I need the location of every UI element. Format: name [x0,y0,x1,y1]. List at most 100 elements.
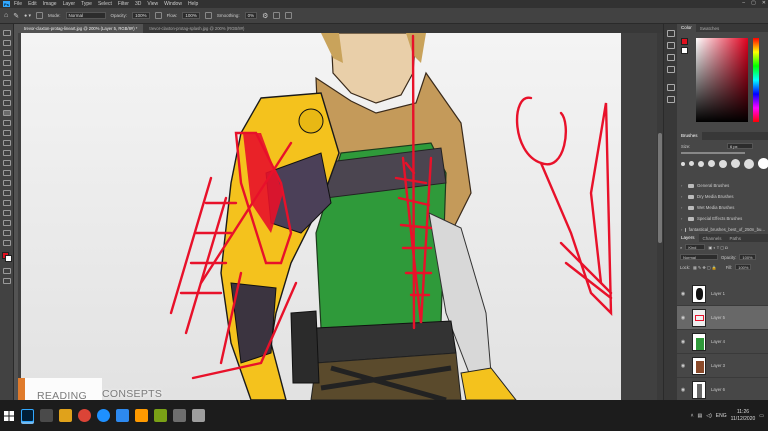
history-panel-icon[interactable] [667,30,675,37]
layer-name[interactable]: Layer 1 [711,291,725,296]
marquee-tool-icon[interactable] [3,40,11,46]
hand-tool-icon[interactable] [3,220,11,226]
brush-tip[interactable] [681,161,685,166]
brush-tip[interactable] [744,158,754,169]
smoothing-field[interactable]: 0% [244,12,258,19]
menu-type[interactable]: Type [81,1,92,7]
eraser-tool-icon[interactable] [3,140,11,146]
brush-size-field[interactable]: 6 px [727,143,753,149]
windows-start-button[interactable] [0,400,18,431]
taskbar-app-icon[interactable] [173,409,186,422]
eye-icon[interactable]: ◉ [680,315,686,321]
brush-size-slider[interactable] [681,152,745,154]
tab-lineart[interactable]: trevor-claxton-protag-lineart.jpg @ 200%… [18,24,144,33]
more-tools-icon[interactable] [3,240,11,246]
taskbar-chrome-icon[interactable] [78,409,91,422]
taskbar-store-icon[interactable] [116,409,129,422]
stamp-tool-icon[interactable] [3,120,11,126]
close-icon[interactable]: ✕ [762,0,766,6]
document-canvas[interactable] [21,33,621,400]
brush-folder[interactable]: › General Brushes [681,180,765,191]
layer-name[interactable]: Layer 6 [711,387,725,392]
adjustments-panel-icon[interactable] [667,54,675,61]
taskbar-app-icon[interactable] [192,409,205,422]
gear-icon[interactable]: ⚙ [262,12,268,20]
brush-tip[interactable] [698,160,704,167]
tab-layers[interactable]: Layers [677,234,699,242]
chevron-up-icon[interactable]: ˄ [691,413,694,419]
menu-filter[interactable]: Filter [118,1,129,7]
gradient-tool-icon[interactable] [3,150,11,156]
layer-row[interactable]: ◉ Layer 3 [677,354,768,378]
brush-settings-panel-icon[interactable] [667,84,675,91]
system-clock[interactable]: 11:26 11/12/2020 [731,409,756,423]
filter-icons[interactable]: ▣ ◐ T ▢ ◘ [708,245,727,250]
menu-layer[interactable]: Layer [63,1,76,7]
maximize-icon[interactable]: ▢ [751,0,756,6]
healing-tool-icon[interactable] [3,100,11,106]
crop-tool-icon[interactable] [3,70,11,76]
volume-icon[interactable]: ◁) [706,413,712,419]
network-icon[interactable]: ▤ [698,413,703,419]
language-indicator[interactable]: ENG [716,413,727,419]
type-tool-icon[interactable] [3,190,11,196]
flow-field[interactable]: 100% [182,12,200,19]
fill-field[interactable]: 100% [735,264,752,270]
opacity-field[interactable]: 100% [132,12,150,19]
brush-size-picker[interactable]: ● ▾ [24,13,31,19]
blur-tool-icon[interactable] [3,160,11,166]
eye-icon[interactable]: ◉ [680,339,686,345]
path-select-tool-icon[interactable] [3,200,11,206]
taskbar-photoshop-icon[interactable] [21,409,34,422]
layer-opacity-field[interactable]: 100% [739,254,756,260]
pen-tool-icon[interactable] [3,180,11,186]
taskbar-file-explorer-icon[interactable] [59,409,72,422]
taskbar-task-view-icon[interactable] [40,409,53,422]
eye-icon[interactable]: ◉ [680,387,686,393]
pressure-opacity-icon[interactable] [154,12,162,19]
lock-icons[interactable]: ▦ ✎ ✥ ▢ 🔒 [693,265,717,270]
quick-mask-icon[interactable] [3,268,11,274]
blend-mode-select[interactable]: Normal [680,254,718,260]
symmetry-icon[interactable] [285,12,293,19]
layer-name[interactable]: Layer 4 [711,339,725,344]
libraries-panel-icon[interactable] [667,66,675,73]
brush-tip[interactable] [708,160,715,167]
swatches-panel-icon[interactable] [667,96,675,103]
taskbar-edge-icon[interactable] [97,409,110,422]
menu-image[interactable]: Image [43,1,57,7]
notification-icon[interactable]: ▭ [759,413,764,419]
screen-mode-icon[interactable] [3,278,11,284]
menu-edit[interactable]: Edit [28,1,37,7]
move-tool-icon[interactable] [3,30,11,36]
menu-window[interactable]: Window [164,1,182,7]
tab-color[interactable]: Color [677,24,696,32]
menu-help[interactable]: Help [188,1,198,7]
menu-3d[interactable]: 3D [135,1,141,7]
tab-brushes[interactable]: Brushes [677,132,702,140]
tab-splash[interactable]: trevor-claxton-protag-splash.jpg @ 200% … [143,24,250,33]
menu-file[interactable]: File [14,1,22,7]
history-brush-tool-icon[interactable] [3,130,11,136]
layer-kind-filter[interactable]: Kind [685,244,706,250]
layer-row[interactable]: ◉ Layer 4 [677,330,768,354]
pressure-size-icon[interactable] [273,12,281,19]
tab-paths[interactable]: Paths [726,236,746,241]
minimize-icon[interactable]: – [742,0,745,6]
taskbar-app-icon[interactable] [135,409,148,422]
shape-tool-icon[interactable] [3,210,11,216]
tab-swatches[interactable]: Swatches [696,26,724,31]
eyedropper-tool-icon[interactable] [3,90,11,96]
taskbar-app-icon[interactable] [154,409,167,422]
brush-tip[interactable] [731,159,740,168]
lasso-tool-icon[interactable] [3,50,11,56]
brush-folder[interactable]: › Dry Media Brushes [681,191,765,202]
scrollbar-thumb[interactable] [658,133,662,243]
frame-tool-icon[interactable] [3,80,11,86]
hue-slider[interactable] [753,38,759,122]
brush-tip[interactable] [758,158,768,169]
mode-select[interactable]: Normal [65,12,106,19]
background-color-swatch[interactable] [5,255,12,262]
layer-name[interactable]: Layer 3 [711,363,725,368]
eye-icon[interactable]: ◉ [680,363,686,369]
